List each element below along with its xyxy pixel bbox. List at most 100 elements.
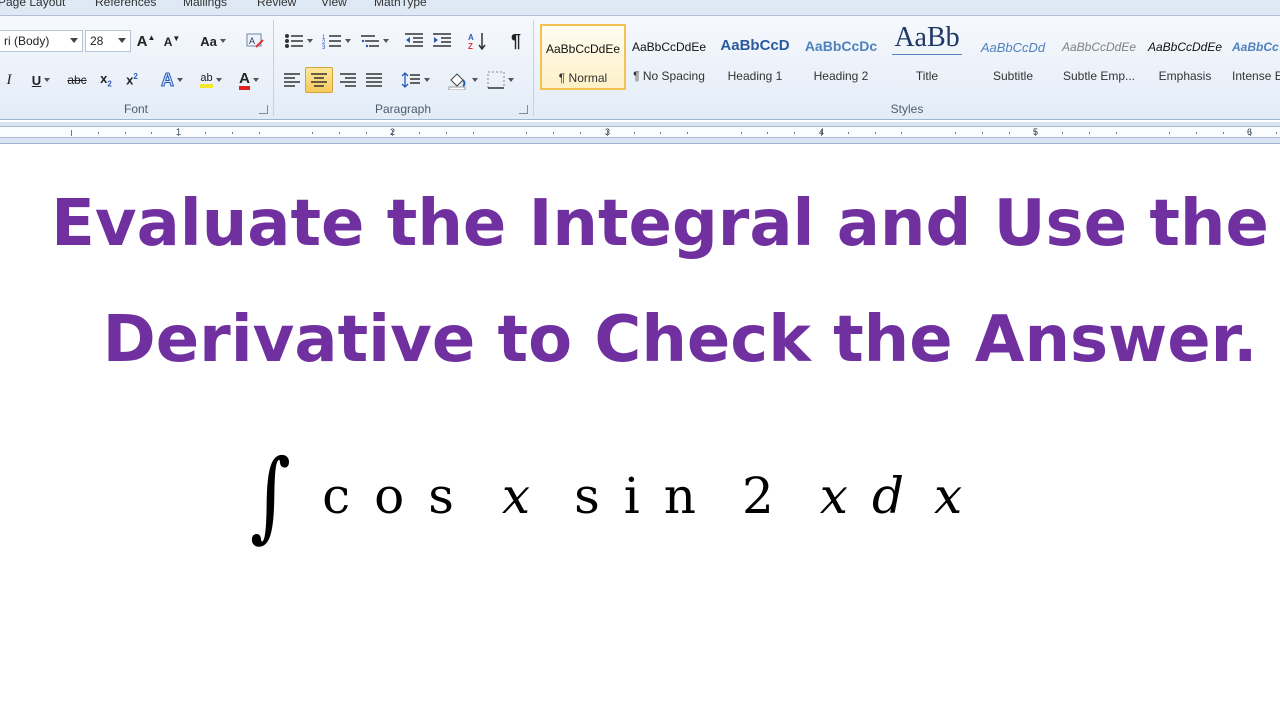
styles-group: Styles <box>534 20 1280 120</box>
bullets-button[interactable] <box>280 29 316 53</box>
borders-button[interactable] <box>482 68 518 92</box>
increase-indent-button[interactable] <box>430 29 454 53</box>
multilevel-list-button[interactable] <box>356 29 392 53</box>
ruler-tick <box>741 132 742 134</box>
chevron-down-icon <box>306 39 313 43</box>
chevron-down-icon <box>70 38 78 43</box>
ruler-tick <box>1169 132 1170 134</box>
heading-line-1: Evaluate the Integral and Use the <box>51 187 1269 261</box>
ribbon-tab-strip: Page Layout References Mailings Review V… <box>0 0 1280 16</box>
font-name-value: ri (Body) <box>4 34 50 48</box>
clear-formatting-button[interactable]: A <box>244 29 266 53</box>
ruler-tick <box>687 132 688 134</box>
chevron-down-icon <box>382 39 389 43</box>
ruler-tick <box>875 132 876 134</box>
ruler-tick <box>607 130 608 136</box>
document-page[interactable]: Evaluate the Integral and Use the Deriva… <box>0 145 1280 720</box>
multilevel-list-icon <box>360 35 379 48</box>
formula-token: s <box>574 467 600 525</box>
increase-indent-icon <box>433 33 451 47</box>
line-spacing-button[interactable] <box>398 68 432 92</box>
chevron-down-icon <box>507 78 514 82</box>
underline-icon: U <box>31 72 42 88</box>
ruler-tick <box>821 130 822 136</box>
superscript-button[interactable]: x2 <box>122 68 142 92</box>
text-effects-button[interactable]: A <box>156 68 188 92</box>
grow-font-button[interactable]: A▲ <box>136 29 156 53</box>
chevron-down-icon <box>177 78 183 82</box>
shrink-font-icon: A▼ <box>163 33 181 49</box>
font-dialog-launcher-icon[interactable] <box>259 105 268 114</box>
ruler-tick <box>848 132 849 134</box>
ruler-tick <box>446 132 447 134</box>
ruler-tick <box>125 132 126 134</box>
chevron-down-icon <box>471 78 478 82</box>
align-right-button[interactable] <box>336 68 360 92</box>
ruler-tick <box>1009 132 1010 134</box>
styles-group-label: Styles <box>890 102 924 116</box>
shrink-font-button[interactable]: A▼ <box>162 29 182 53</box>
paragraph-dialog-launcher-icon[interactable] <box>519 105 528 114</box>
subscript-button[interactable]: x2 <box>96 68 116 92</box>
superscript-icon: x2 <box>126 72 138 88</box>
change-case-button[interactable]: Aa <box>196 29 230 53</box>
ruler-tick <box>259 132 260 134</box>
heading-line-2: Derivative to Check the Answer. <box>102 303 1258 377</box>
align-left-button[interactable] <box>280 68 304 92</box>
chevron-down-icon <box>252 78 259 82</box>
ruler-tick <box>1250 130 1251 136</box>
tab-mathtype[interactable]: MathType <box>374 0 427 9</box>
font-size-combo[interactable]: 28 <box>85 30 131 52</box>
ruler-tick <box>473 132 474 134</box>
justify-button[interactable] <box>362 68 386 92</box>
ruler-tick <box>660 132 661 134</box>
underline-button[interactable]: U <box>26 68 56 92</box>
decrease-indent-icon <box>405 33 423 47</box>
paragraph-group-label: Paragraph <box>374 102 432 116</box>
tab-references[interactable]: References <box>95 0 156 9</box>
horizontal-ruler[interactable]: 1 2 3 4 5 6 <box>0 122 1280 144</box>
tab-view[interactable]: View <box>321 0 347 9</box>
show-formatting-button[interactable]: ¶ <box>504 29 528 53</box>
strikethrough-button[interactable]: abc <box>64 68 90 92</box>
highlighter-icon: ab <box>200 72 213 88</box>
numbering-button[interactable]: 123 <box>318 29 354 53</box>
chevron-down-icon <box>344 39 351 43</box>
ruler-tick <box>1035 130 1036 136</box>
tab-review[interactable]: Review <box>257 0 296 9</box>
highlight-button[interactable]: ab <box>192 68 230 92</box>
clear-formatting-icon: A <box>246 33 264 48</box>
formula-token: o <box>374 467 405 525</box>
ruler-tick <box>232 132 233 134</box>
ruler-tick <box>553 132 554 134</box>
sort-button[interactable]: AZ <box>466 29 490 53</box>
decrease-indent-button[interactable] <box>402 29 426 53</box>
shading-icon <box>448 73 465 90</box>
chevron-down-icon <box>423 78 430 82</box>
align-center-button[interactable] <box>305 67 333 93</box>
ruler-tick <box>982 132 983 134</box>
bullets-icon <box>284 34 303 48</box>
tab-page-layout[interactable]: Page Layout <box>0 0 65 9</box>
svg-text:Z: Z <box>468 42 473 51</box>
chevron-down-icon <box>219 39 226 43</box>
shading-button[interactable] <box>444 68 480 92</box>
ruler-tick <box>901 132 902 134</box>
font-color-button[interactable]: A <box>232 68 266 92</box>
italic-button[interactable]: I <box>0 68 18 92</box>
formula-token: i <box>623 467 640 525</box>
align-left-icon <box>284 73 300 87</box>
font-group-label: Font <box>123 102 148 116</box>
word-window: Page Layout References Mailings Review V… <box>0 0 1280 720</box>
ruler-tick <box>339 132 340 134</box>
font-name-combo[interactable]: ri (Body) <box>0 30 83 52</box>
formula-token: 2 <box>741 467 774 525</box>
ruler-tick <box>1062 132 1063 134</box>
subscript-icon: x2 <box>100 71 112 89</box>
ruler-tick <box>634 132 635 134</box>
ruler-tick <box>312 132 313 134</box>
tab-mailings[interactable]: Mailings <box>183 0 227 9</box>
grow-font-icon: A▲ <box>136 32 156 50</box>
integral-formula: ∫ c o s x s i n 2 x d x <box>245 441 986 551</box>
ruler-tick <box>1276 132 1277 134</box>
